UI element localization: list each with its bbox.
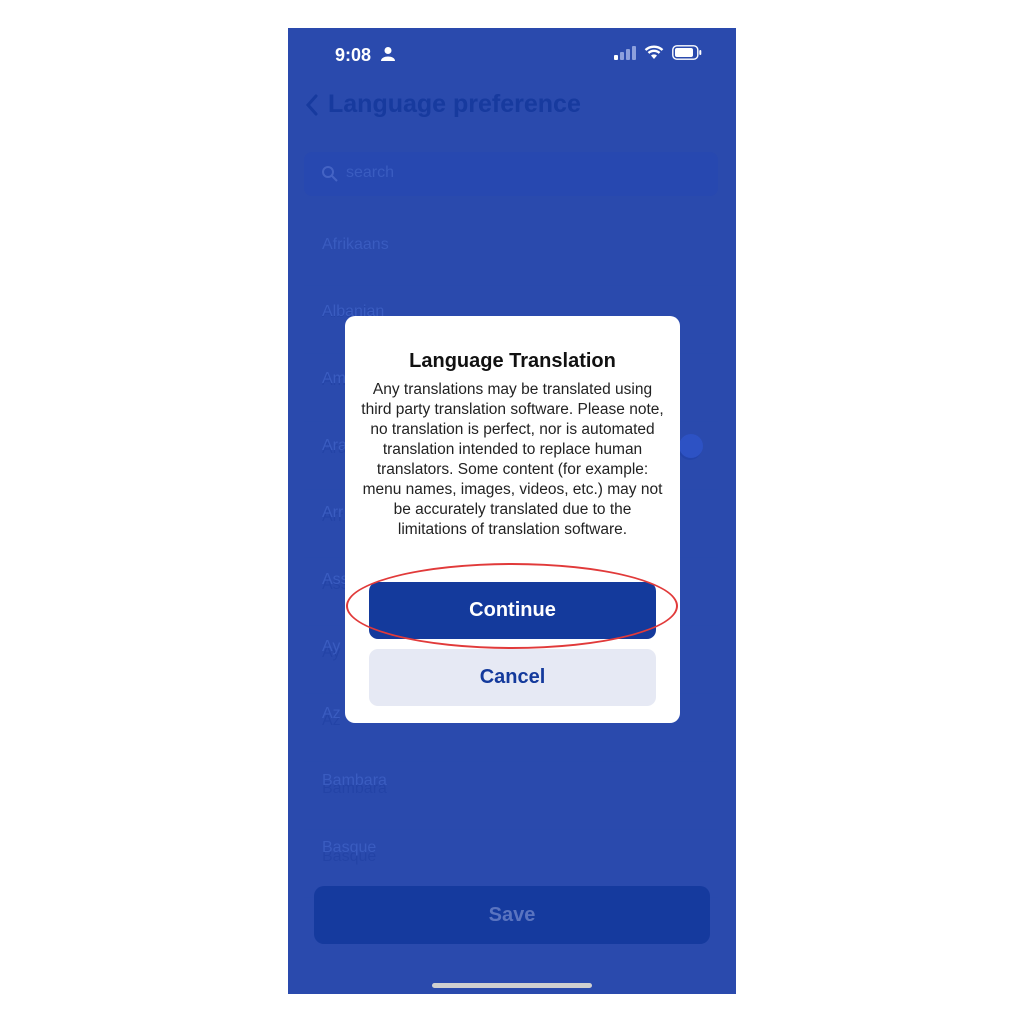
save-button[interactable]: Save [314,886,710,944]
search-placeholder-ghost: search [346,164,395,181]
language-ghost: Basque [322,839,377,856]
language-ghost: Az [322,705,341,722]
language-ghost: Afrikaans [322,236,389,253]
home-indicator [432,983,592,988]
battery-icon [672,45,702,60]
language-ghost: Arr [322,504,344,521]
status-time: 9:08 [335,45,372,65]
dialog-message: Any translations may be translated using… [361,381,664,538]
cellular-signal-icon [614,45,636,60]
language-ghost: Ara [322,437,347,454]
dialog-title: Language Translation [409,350,616,372]
cancel-button[interactable]: Cancel [369,649,656,706]
search-ghost-icon [322,166,338,182]
selected-check-ghost-icon [679,434,703,458]
continue-button[interactable]: Continue [369,582,656,639]
wifi-icon [644,45,664,59]
language-ghost: Ay [322,638,341,655]
language-ghost: Am [322,370,346,387]
language-ghost: Bambara [322,772,387,789]
status-icons [614,45,702,60]
translation-dialog: Language Translation Any translations ma… [345,316,680,723]
status-bar: 9:08 [288,28,736,82]
back-chevron-ghost-icon [305,94,318,116]
person-icon [381,47,395,61]
page-title-ghost: Language preference [328,90,581,118]
